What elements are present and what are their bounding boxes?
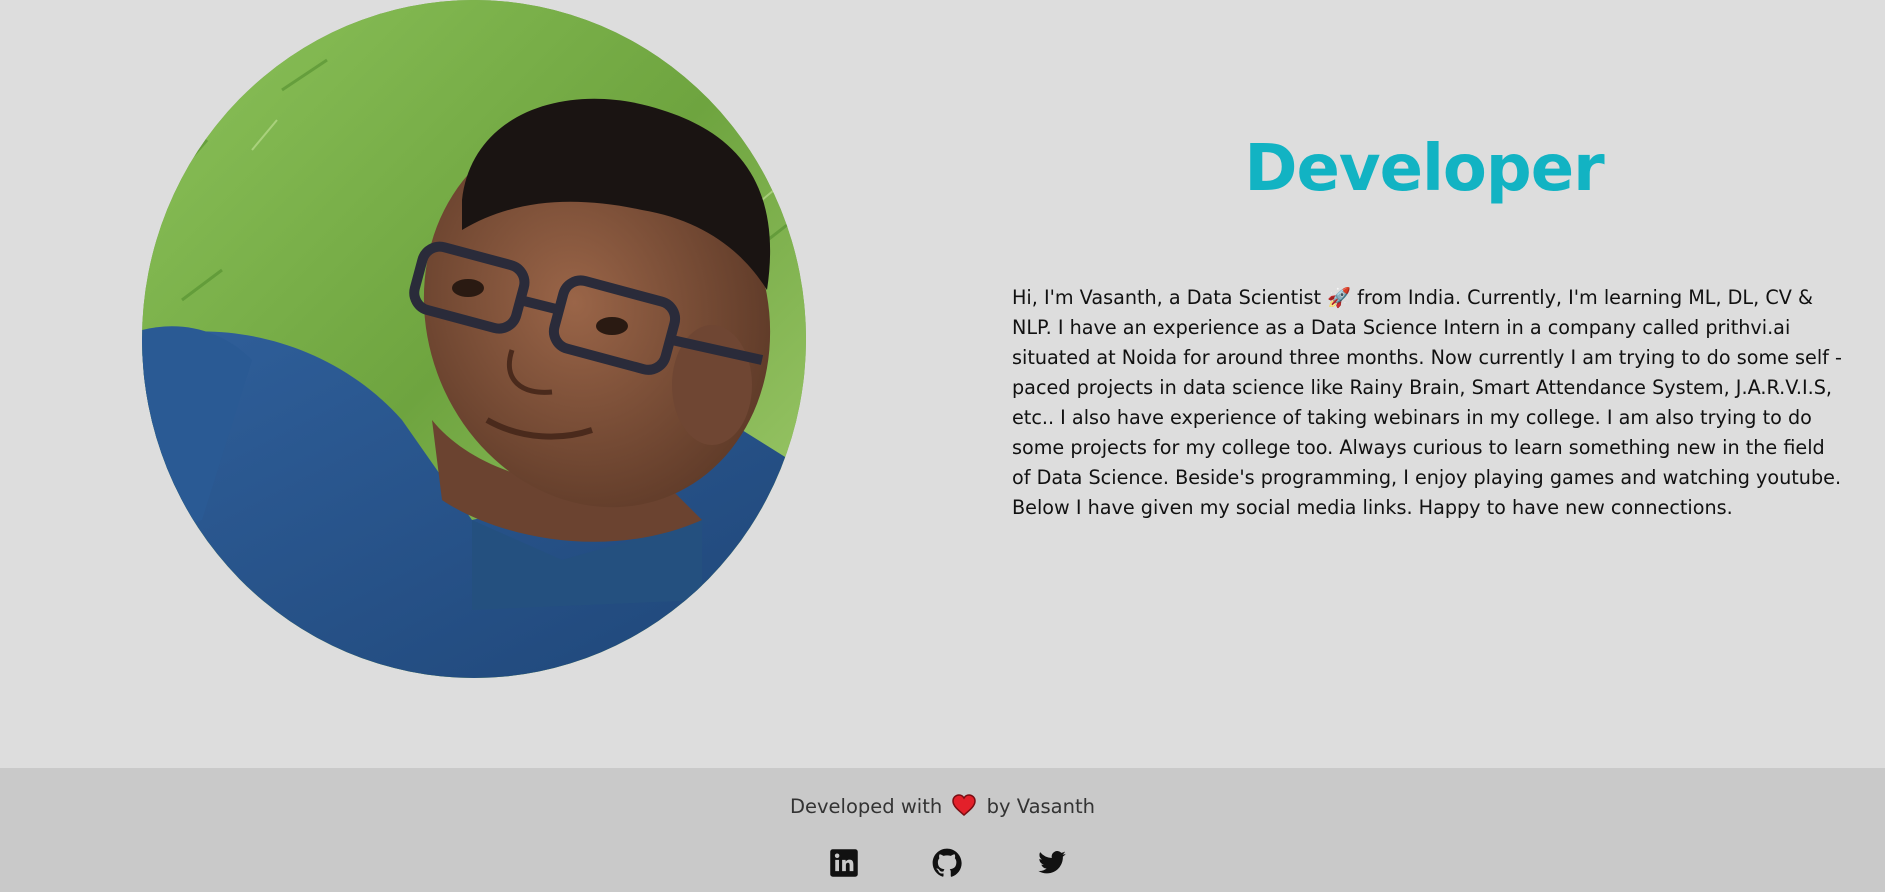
page-title: Developer <box>1244 132 1604 206</box>
twitter-link[interactable] <box>1037 848 1067 878</box>
bio-paragraph: Hi, I'm Vasanth, a Data Scientist 🚀 from… <box>1012 286 1842 519</box>
github-icon <box>932 848 962 878</box>
github-link[interactable] <box>932 848 962 878</box>
credit-suffix: by Vasanth <box>986 795 1095 818</box>
footer: Developed with by Vasanth <box>0 768 1885 892</box>
profile-photo <box>142 0 806 678</box>
about-section: Developer Hi, I'm Vasanth, a Data Scient… <box>0 0 1885 768</box>
credit-prefix: Developed with <box>789 795 943 818</box>
footer-credit: Developed with by Vasanth <box>0 794 1885 821</box>
linkedin-link[interactable] <box>829 848 859 878</box>
page: Developer Hi, I'm Vasanth, a Data Scient… <box>0 0 1885 892</box>
heart-icon <box>952 794 977 821</box>
linkedin-icon <box>829 848 859 878</box>
twitter-icon <box>1037 848 1067 878</box>
profile-photo-illustration <box>142 0 806 678</box>
social-links <box>0 848 1885 882</box>
